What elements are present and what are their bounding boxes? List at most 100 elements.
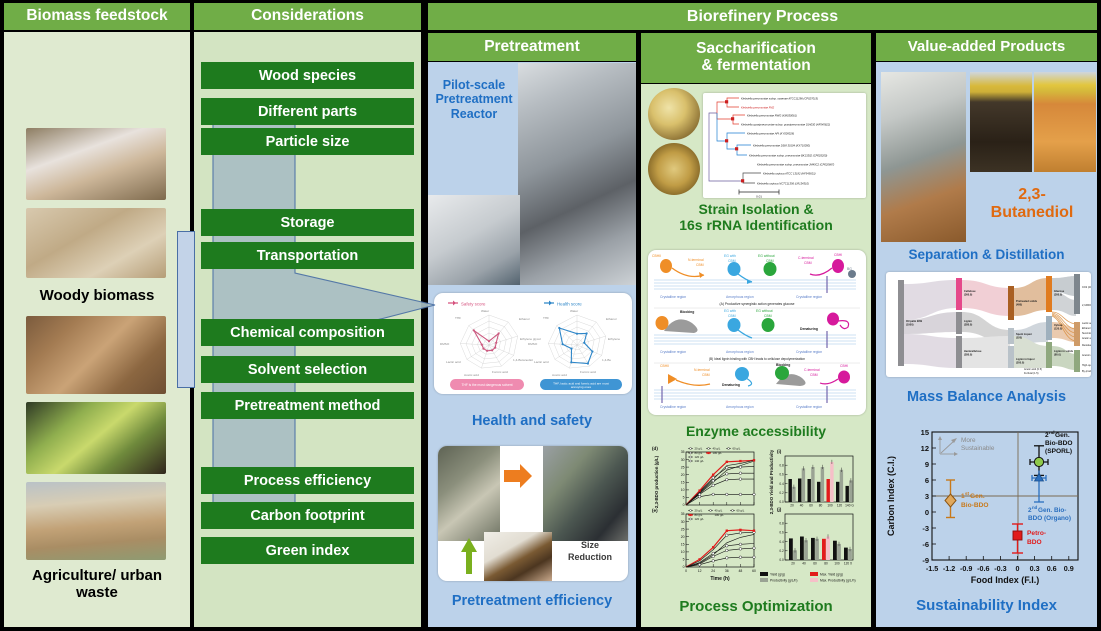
photo-pilot-scale-reactor [518,63,636,285]
header-pretreatment: Pretreatment [428,33,636,61]
header-value-added-products: Value-added Products [876,33,1097,61]
sustainability-index-chart: 15129 630 -3-6-9 -1.5 -1.2 -0.9 -0.6 -0.3 0 … [886,428,1079,585]
svg-text:Reduction: Reduction [568,552,612,562]
caption-pretreatment-efficiency: Pretreatment efficiency [451,593,613,609]
enzyme-accessibility-svg: CBHII N-terminalCBM EG withCBM EG withou… [652,253,860,409]
photo-crude-bdo-jar [970,72,1032,172]
photo-distilled-bdo-jar [1034,72,1096,172]
svg-text:(e): (e) [652,508,658,513]
svg-text:0: 0 [685,569,687,573]
svg-text:1,4-Butanediol: 1,4-Butanediol [513,358,533,362]
svg-text:-0.6: -0.6 [977,564,989,573]
svg-text:Klebsiella oxytoca NCTC11356 (: Klebsiella oxytoca NCTC11356 (LR134310) [757,181,809,185]
svg-text:CBM: CBM [764,314,772,318]
svg-text:CBM: CBM [696,263,704,267]
svg-text:0.4: 0.4 [779,482,784,486]
consideration-different-parts[interactable]: Different parts [201,98,414,125]
consideration-green-index[interactable]: Green index [201,537,414,564]
consideration-particle-size[interactable]: Particle size [201,128,414,155]
card-enzyme-accessibility: CBHII N-terminal CBM EG with CBM EG withou… [648,250,866,415]
svg-text:40 g/L: 40 g/L [715,508,723,512]
svg-text:THF is the most dangerous solv: THF is the most dangerous solvent [461,383,512,387]
svg-text:120 g/L: 120 g/L [695,517,705,521]
svg-text:Time (h): Time (h) [710,576,730,582]
svg-text:0.9: 0.9 [1064,564,1074,573]
svg-text:BG: BG [847,267,852,271]
svg-text:(360.0): (360.0) [964,293,972,297]
svg-text:Klebsiella pneumoniae subsp. p: Klebsiella pneumoniae subsp. pneumoniae … [757,162,834,166]
caption-separation-distillation: Separation & Distillation [908,247,1065,262]
svg-text:N-terminal: N-terminal [694,368,710,372]
svg-text:(d): (d) [652,446,658,451]
svg-text:Formic acid: Formic acid [580,370,596,374]
svg-text:24: 24 [711,569,715,573]
svg-text:0.8: 0.8 [779,463,784,467]
photo-brushwood-pile [26,40,166,118]
svg-text:Blocking: Blocking [680,310,694,314]
svg-text:0.2: 0.2 [779,549,784,553]
svg-text:(B) Ideal lignin binding with: (B) Ideal lignin binding with CBH leads … [709,357,805,361]
photo-wood-shavings [26,208,166,278]
svg-text:-0.3: -0.3 [994,564,1006,573]
svg-text:30: 30 [681,520,685,524]
svg-text:(120.0): (120.0) [1054,327,1062,331]
flow-funnel-arrow [212,105,436,525]
svg-text:60 g/L: 60 g/L [737,508,745,512]
caption-mass-balance-analysis: Mass Balance Analysis [906,389,1067,405]
svg-text:Water: Water [481,309,489,313]
svg-text:0.6: 0.6 [779,531,784,535]
svg-text:(j): (j) [777,507,782,512]
svg-text:Acetic acid (0.5): Acetic acid (0.5) [1024,368,1042,371]
svg-text:CBM: CBM [766,259,774,263]
svg-text:0.6: 0.6 [1047,564,1057,573]
svg-text:Safety score: Safety score [461,302,486,307]
svg-text:annoying ones: annoying ones [571,385,592,389]
svg-text:80: 80 [824,562,828,566]
consideration-wood-species[interactable]: Wood species [201,62,414,89]
svg-text:Water: Water [570,309,578,313]
svg-text:12: 12 [921,444,929,453]
svg-text:20: 20 [791,562,795,566]
svg-text:THF: THF [543,316,549,320]
svg-text:120 X: 120 X [844,562,853,566]
consideration-pretreatment-method[interactable]: Pretreatment method [201,392,414,419]
svg-text:0: 0 [925,508,929,517]
caption-strain-isolation: Strain Isolation & 16s rRNA Identificati… [679,201,833,233]
svg-text:Acetic acid: Acetic acid [552,373,567,377]
svg-text:Acetic acid: Acetic acid [464,373,479,377]
svg-text:Denaturing: Denaturing [722,383,740,387]
svg-text:Petro-: Petro- [1027,530,1046,537]
svg-text:(520): (520) [1016,336,1022,340]
consideration-solvent-selection[interactable]: Solvent selection [201,356,414,383]
svg-text:-0.9: -0.9 [960,564,972,573]
consideration-process-efficiency[interactable]: Process efficiency [201,467,414,494]
svg-text:Klebsiella pneumoniae subsp. p: Klebsiella pneumoniae subsp. pneumoniae … [749,153,827,157]
svg-text:20: 20 [681,473,685,477]
svg-text:Crystalline region: Crystalline region [660,295,686,299]
svg-text:EG with: EG with [724,254,736,258]
svg-text:0.3: 0.3 [1030,564,1040,573]
photo-forest-residue [26,316,166,394]
svg-text:Productivity (g/L/h): Productivity (g/L/h) [770,579,797,583]
svg-text:CBHII: CBHII [652,254,661,258]
svg-text:CBM: CBM [728,259,736,263]
svg-text:15: 15 [921,428,929,437]
consideration-chemical-composition[interactable]: Chemical composition [201,319,414,346]
svg-text:100: 100 [827,504,833,508]
svg-text:(480): (480) [1016,303,1022,307]
svg-text:0.2: 0.2 [779,491,784,495]
consideration-transportation[interactable]: Transportation [201,242,414,269]
svg-text:2,3-BDO production (g/L): 2,3-BDO production (g/L) [654,455,659,508]
card-health-safety-radar: Safety score Health score Water Ethanol … [434,293,632,394]
consideration-storage[interactable]: Storage [201,209,414,236]
consideration-carbon-footprint[interactable]: Carbon footprint [201,502,414,529]
svg-text:1,4-Bu: 1,4-Bu [602,358,611,362]
svg-text:Formic acid: Formic acid [492,370,508,374]
svg-text:BDO (Organo): BDO (Organo) [1028,515,1071,522]
svg-text:Blocking: Blocking [776,363,790,367]
svg-text:Residues (7.9): Residues (7.9) [1082,344,1091,347]
svg-text:(i): (i) [777,449,782,454]
svg-text:Amorphous region: Amorphous region [726,350,754,354]
grouping-bracket [177,231,195,388]
svg-text:60: 60 [809,504,813,508]
